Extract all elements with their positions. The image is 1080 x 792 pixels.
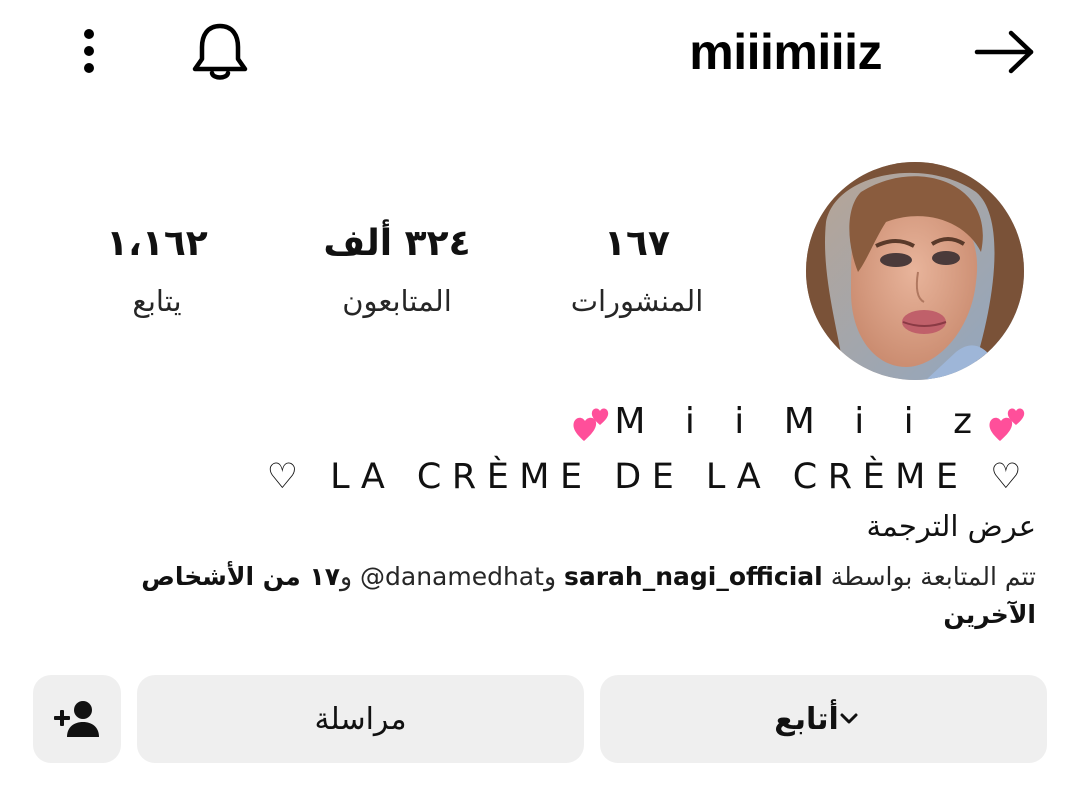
add-user-icon — [54, 701, 99, 737]
follow-button[interactable]: أتابع — [600, 675, 1047, 763]
followed-by-text[interactable]: تتم المتابعة بواسطة sarah_nagi_official … — [46, 558, 1036, 634]
add-user-button[interactable] — [33, 675, 121, 763]
message-button[interactable]: مراسلة — [137, 675, 584, 763]
two-hearts-icon — [573, 408, 609, 441]
arrow-right-icon — [974, 30, 1034, 74]
notifications-button[interactable] — [186, 18, 254, 86]
more-vertical-icon — [84, 29, 94, 73]
followed-by-user2[interactable]: danamedhat@ — [360, 562, 544, 591]
stat-following[interactable]: ١،١٦٢ يتابع — [47, 222, 267, 320]
message-button-label: مراسلة — [314, 701, 407, 737]
profile-screen: miiimiiiz ١٦٧ المنشورات ٣٢٤ ألف المتابعو… — [0, 0, 1080, 792]
bell-icon — [192, 23, 248, 80]
stat-posts-label: المنشورات — [570, 284, 704, 318]
two-hearts-icon — [989, 408, 1025, 441]
chevron-down-icon — [839, 712, 859, 726]
stat-followers-label: المتابعون — [342, 284, 452, 318]
followed-by-user1[interactable]: sarah_nagi_official — [564, 562, 823, 591]
stat-followers-value: ٣٢٤ ألف — [323, 223, 471, 264]
followed-by-conj2: و — [339, 562, 353, 591]
followed-by-conj: و — [543, 562, 557, 591]
display-name-text: M i i M i i z — [614, 401, 986, 442]
follow-button-label: أتابع — [774, 701, 839, 737]
back-button[interactable] — [970, 22, 1040, 82]
stat-followers[interactable]: ٣٢٤ ألف المتابعون — [287, 222, 507, 320]
followed-by-prefix: تتم المتابعة بواسطة — [830, 562, 1036, 591]
display-name: M i i M i i z — [30, 398, 1030, 446]
stat-following-value: ١،١٦٢ — [106, 223, 208, 264]
top-bar: miiimiiiz — [0, 0, 1080, 110]
stat-following-label: يتابع — [132, 284, 182, 318]
stat-posts[interactable]: ١٦٧ المنشورات — [527, 222, 747, 320]
profile-username: miiimiiiz — [689, 24, 882, 80]
bio-tagline: ♡ LA CRÈME DE LA CRÈME ♡ — [266, 457, 1032, 497]
see-translation-link[interactable]: عرض الترجمة — [36, 506, 1036, 546]
more-options-button[interactable] — [64, 24, 114, 78]
profile-avatar[interactable] — [806, 162, 1024, 380]
stat-posts-value: ١٦٧ — [604, 223, 670, 264]
profile-photo — [806, 162, 1024, 380]
